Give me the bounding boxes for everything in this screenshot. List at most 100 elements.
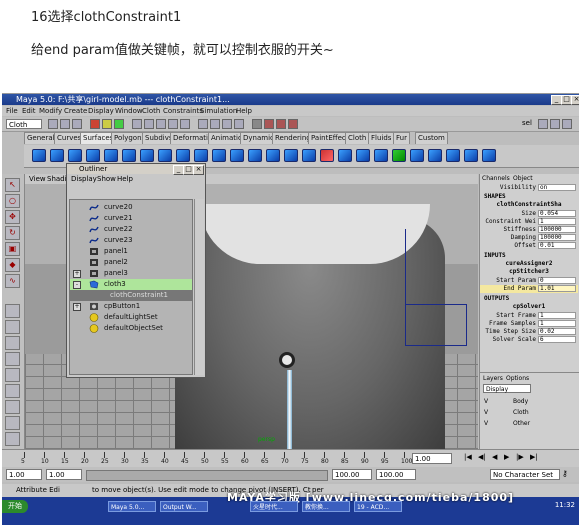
cloth-constraint-curve[interactable] bbox=[287, 370, 292, 449]
intersect-icon[interactable] bbox=[338, 149, 352, 162]
character-set-dropdown[interactable]: No Character Set bbox=[490, 469, 560, 480]
select-object-icon[interactable] bbox=[102, 119, 112, 129]
four-view-icon[interactable] bbox=[5, 320, 20, 334]
menu-file[interactable]: File bbox=[6, 106, 18, 116]
nurbs-plane-icon[interactable] bbox=[104, 149, 118, 162]
render-globals-icon[interactable] bbox=[288, 119, 298, 129]
taskbar-item[interactable]: Output W... bbox=[160, 501, 208, 512]
move-tool-icon[interactable]: ✥ bbox=[5, 210, 20, 224]
nurbs-torus-icon[interactable] bbox=[122, 149, 136, 162]
single-view-icon[interactable] bbox=[5, 304, 20, 318]
select-component-icon[interactable] bbox=[114, 119, 124, 129]
loft-icon[interactable] bbox=[194, 149, 208, 162]
menu-simulation[interactable]: Simulation bbox=[200, 106, 237, 116]
taskbar-item[interactable]: 教你换... bbox=[302, 501, 350, 512]
select-tool-icon[interactable]: ↖ bbox=[5, 178, 20, 192]
menu-display[interactable]: Display bbox=[88, 106, 114, 116]
expand-icon[interactable]: + bbox=[73, 270, 81, 278]
channel-value-field[interactable]: 0 bbox=[538, 277, 576, 284]
viewport-menu-shading[interactable]: Shadi bbox=[47, 174, 67, 184]
nurbs-square-icon[interactable] bbox=[158, 149, 172, 162]
mask-icon[interactable] bbox=[156, 119, 166, 129]
lasso-tool-icon[interactable]: ○ bbox=[5, 194, 20, 208]
end-param-value-field[interactable]: 1.01 bbox=[538, 285, 576, 292]
animation-start-field[interactable]: 1.00 bbox=[6, 469, 42, 480]
taskbar-item[interactable]: 19 - ACD... bbox=[354, 501, 402, 512]
tab-general[interactable]: General bbox=[24, 132, 58, 144]
menu-create[interactable]: Create bbox=[64, 106, 87, 116]
nurbs-sphere-icon[interactable] bbox=[32, 149, 46, 162]
new-scene-icon[interactable] bbox=[48, 119, 58, 129]
tab-options[interactable]: Options bbox=[506, 375, 529, 382]
start-button[interactable]: 开始 bbox=[2, 500, 28, 513]
show-hide-tool-settings-icon[interactable] bbox=[550, 119, 560, 129]
shape-node-name[interactable]: clothConstraintSha bbox=[480, 201, 578, 209]
expand-icon[interactable]: + bbox=[73, 303, 81, 311]
tab-fluids[interactable]: Fluids bbox=[368, 132, 395, 144]
list-item[interactable]: defaultLightSet bbox=[70, 312, 192, 323]
detach-icon[interactable] bbox=[410, 149, 424, 162]
taskbar-item[interactable]: Maya 5.0... bbox=[108, 501, 156, 512]
bevel-icon[interactable] bbox=[302, 149, 316, 162]
menu-cloth[interactable]: Cloth bbox=[142, 106, 160, 116]
ipr-render-icon[interactable] bbox=[276, 119, 286, 129]
channel-value-field[interactable]: 1 bbox=[538, 320, 576, 327]
channel-value-field[interactable]: 0.01 bbox=[538, 242, 576, 249]
sculpt-icon[interactable] bbox=[482, 149, 496, 162]
outliner-titlebar[interactable]: Outliner _ □ × bbox=[67, 164, 205, 175]
panel-layout-icon[interactable] bbox=[5, 400, 20, 414]
panel-layout-icon[interactable] bbox=[5, 416, 20, 430]
close-button[interactable]: × bbox=[571, 95, 579, 105]
range-bar[interactable] bbox=[86, 470, 328, 481]
untrim-icon[interactable] bbox=[374, 149, 388, 162]
layer-row[interactable]: V Cloth bbox=[483, 408, 577, 417]
snap-point-icon[interactable] bbox=[222, 119, 232, 129]
animation-end-field[interactable]: 100.00 bbox=[376, 469, 416, 480]
list-item[interactable]: curve23 bbox=[70, 235, 192, 246]
revolve-icon[interactable] bbox=[176, 149, 190, 162]
menu-modify[interactable]: Modify bbox=[39, 106, 62, 116]
list-item[interactable]: panel1 bbox=[70, 246, 192, 257]
attribute-editor-label[interactable]: Attribute Edi bbox=[16, 484, 60, 497]
snap-grid-icon[interactable] bbox=[198, 119, 208, 129]
output-node-name[interactable]: cpSolver1 bbox=[480, 303, 578, 311]
outliner-menu-help[interactable]: Help bbox=[117, 174, 133, 184]
mask-icon[interactable] bbox=[132, 119, 142, 129]
play-back-icon[interactable]: ◀ bbox=[492, 453, 497, 461]
list-item[interactable]: curve20 bbox=[70, 202, 192, 213]
channel-value-field[interactable]: on bbox=[538, 184, 576, 191]
current-frame-field[interactable]: 1.00 bbox=[412, 453, 452, 464]
menu-constraints[interactable]: Constraints bbox=[163, 106, 203, 116]
planar-icon[interactable] bbox=[212, 149, 226, 162]
scale-tool-icon[interactable]: ▣ bbox=[5, 242, 20, 256]
nurbs-cylinder-icon[interactable] bbox=[68, 149, 82, 162]
play-forward-icon[interactable]: ▶ bbox=[504, 453, 509, 461]
curve-tool-icon[interactable]: ∿ bbox=[5, 274, 20, 288]
outliner-layout-icon[interactable] bbox=[5, 336, 20, 350]
list-item[interactable]: + cpButton1 bbox=[70, 301, 192, 312]
outliner-menu-display[interactable]: Display bbox=[71, 174, 97, 184]
channel-value-field[interactable]: 0.02 bbox=[538, 328, 576, 335]
list-item[interactable]: defaultObjectSet bbox=[70, 323, 192, 334]
visibility-toggle[interactable]: V bbox=[484, 419, 488, 428]
trim-icon[interactable] bbox=[356, 149, 370, 162]
outliner-menu-show[interactable]: Show bbox=[97, 174, 116, 184]
key-icon[interactable]: ⚷ bbox=[562, 469, 568, 478]
nurbs-circle-icon[interactable] bbox=[140, 149, 154, 162]
step-back-icon[interactable]: ◀| bbox=[478, 453, 486, 461]
rotate-tool-icon[interactable]: ↻ bbox=[5, 226, 20, 240]
step-forward-icon[interactable]: |▶ bbox=[516, 453, 524, 461]
tab-fur[interactable]: Fur bbox=[393, 132, 410, 144]
reverse-icon[interactable] bbox=[446, 149, 460, 162]
manipulator-tool-icon[interactable]: ◆ bbox=[5, 258, 20, 272]
history-icon[interactable] bbox=[252, 119, 262, 129]
menu-window[interactable]: Window bbox=[115, 106, 143, 116]
list-item-child-selected[interactable]: clothConstraint1 bbox=[70, 290, 192, 301]
hypershade-layout-icon[interactable] bbox=[5, 368, 20, 382]
constraint-locator[interactable] bbox=[279, 352, 295, 368]
channel-value-field[interactable]: 6 bbox=[538, 336, 576, 343]
save-scene-icon[interactable] bbox=[72, 119, 82, 129]
visibility-toggle[interactable]: V bbox=[484, 397, 488, 406]
layer-type-dropdown[interactable]: Display bbox=[483, 384, 531, 393]
channel-value-field[interactable]: 1 bbox=[538, 218, 576, 225]
